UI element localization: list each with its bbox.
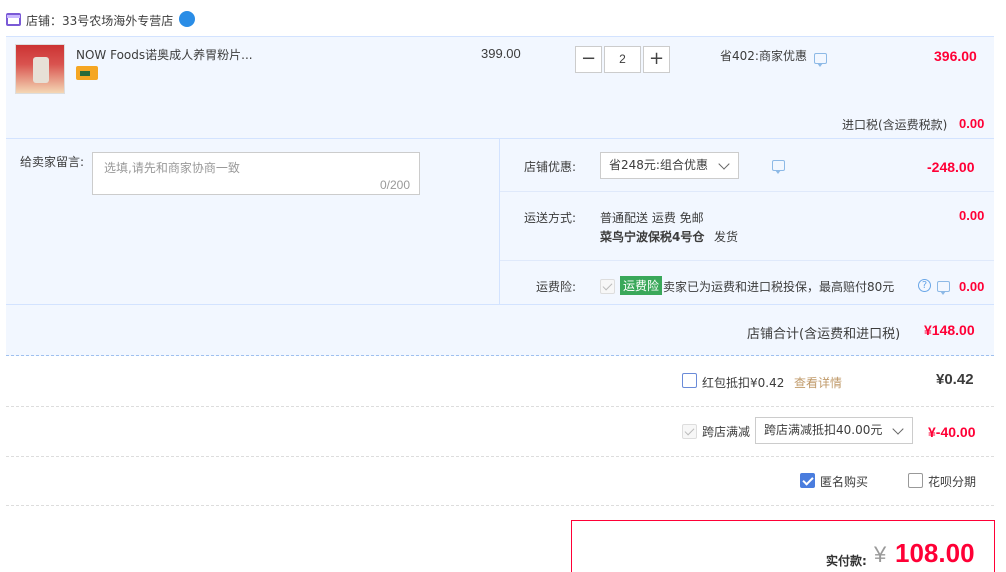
message-textarea[interactable]: 选填,请先和商家协商一致 0/200: [92, 152, 420, 195]
store-discount-label: 店铺优惠:: [524, 160, 577, 174]
insurance-desc: 卖家已为运费和进口税投保，最高赔付80元: [663, 280, 895, 294]
wangwang-icon[interactable]: [179, 11, 195, 27]
message-counter: 0/200: [379, 178, 410, 192]
shipping-note: 发货: [714, 230, 739, 244]
item-subtotal: 396.00: [934, 48, 977, 64]
payment-currency: ¥: [874, 542, 887, 567]
shipping-warehouse: 菜鸟宁波保税4号仓: [600, 230, 705, 244]
product-image[interactable]: [15, 44, 65, 94]
item-discount: 省402:商家优惠: [720, 49, 807, 63]
unit-price: 399.00: [481, 46, 521, 61]
insurance-checkbox: [600, 279, 615, 294]
store-total-value: ¥148.00: [924, 322, 975, 338]
decrease-quantity-button[interactable]: −: [575, 46, 602, 73]
cross-store-selected: 跨店满减抵扣40.00元: [764, 423, 883, 437]
divider: [6, 456, 994, 457]
shipping-method: 普通配送 运费 免邮: [600, 211, 704, 225]
insurance-label: 运费险:: [536, 280, 577, 294]
divider: [500, 191, 994, 192]
red-packet-details-link[interactable]: 查看详情: [794, 374, 842, 391]
message-label: 给卖家留言:: [20, 155, 85, 169]
cross-store-value: ¥-40.00: [928, 424, 976, 440]
discount-info-icon[interactable]: [814, 53, 827, 67]
shipping-label: 运送方式:: [524, 211, 577, 225]
divider: [500, 260, 994, 261]
cross-store-checkbox: [682, 424, 697, 439]
store-discount-select[interactable]: 省248元:组合优惠: [600, 152, 739, 179]
red-packet-label: 红包抵扣¥0.42: [702, 376, 785, 390]
shop-label: 店铺：: [26, 14, 63, 28]
chevron-down-icon: [718, 158, 730, 170]
card-icon: [76, 66, 98, 80]
anonymous-checkbox[interactable]: [800, 473, 815, 488]
shipping-value: 0.00: [959, 208, 985, 223]
divider: [6, 505, 994, 506]
shop-name[interactable]: 33号农场海外专营店: [62, 12, 173, 29]
insurance-value: 0.00: [959, 279, 985, 294]
payment-label: 实付款:: [826, 554, 867, 568]
store-discount-value: -248.00: [927, 159, 975, 175]
red-packet-checkbox[interactable]: [682, 373, 697, 388]
divider: [6, 406, 994, 407]
item-title[interactable]: NOW Foods诺奥成人养胃粉片...: [76, 46, 253, 63]
cross-store-select[interactable]: 跨店满减抵扣40.00元: [755, 417, 913, 444]
red-packet-value: ¥0.42: [936, 371, 974, 388]
insurance-tag: 运费险: [620, 276, 663, 295]
quantity-input[interactable]: 2: [604, 46, 641, 73]
import-tax-value: 0.00: [959, 116, 985, 131]
chevron-down-icon: [892, 423, 904, 435]
shop-icon: [6, 13, 21, 26]
store-discount-selected: 省248元:组合优惠: [609, 158, 708, 172]
installment-checkbox[interactable]: [908, 473, 923, 488]
help-icon[interactable]: ?: [918, 279, 931, 292]
installment-label: 花呗分期: [928, 475, 977, 489]
import-tax-label: 进口税(含运费税款): [842, 118, 948, 132]
store-discount-info-icon[interactable]: [771, 160, 785, 174]
anonymous-label: 匿名购买: [820, 475, 869, 489]
cross-store-label: 跨店满减: [702, 425, 751, 439]
payment-amount: 108.00: [895, 538, 975, 568]
message-placeholder: 选填,请先和商家协商一致: [104, 161, 240, 175]
store-total-label: 店铺合计(含运费和进口税): [747, 327, 901, 342]
divider: [6, 304, 994, 305]
divider: [499, 139, 500, 305]
insurance-chat-icon[interactable]: [936, 281, 950, 295]
increase-quantity-button[interactable]: +: [643, 46, 670, 73]
shop-header: 店铺： 33号农场海外专营店: [0, 0, 1006, 36]
